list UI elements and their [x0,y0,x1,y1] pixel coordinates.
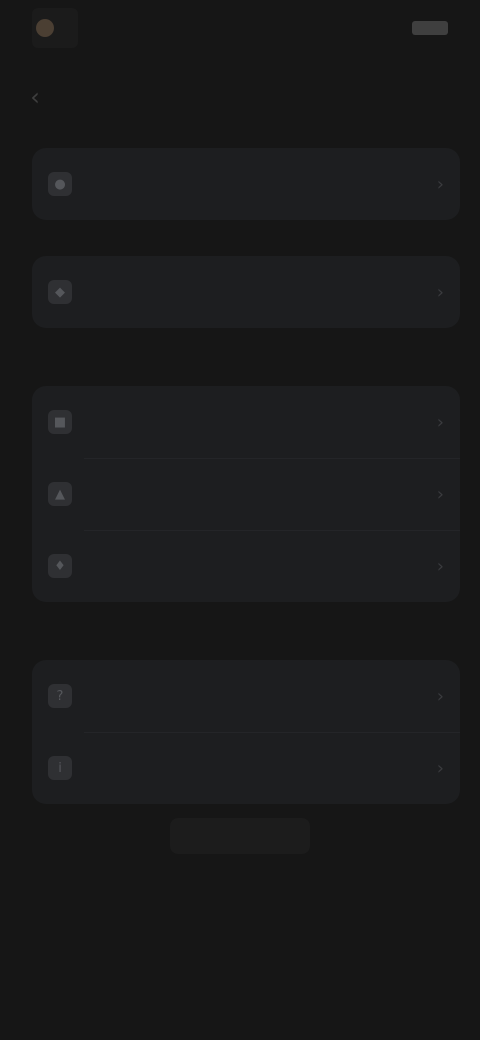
app-dot-icon [36,19,54,37]
section-3-row-2[interactable]: i › [32,732,460,804]
chevron-right-icon: › [436,555,444,577]
lock-icon: ■ [48,410,72,434]
settings-screen: ‹ ● › ◆ › ■ › ▲ › ♦ › ? › i › [0,0,480,1040]
section-2-row-3[interactable]: ♦ › [32,530,460,602]
chevron-right-icon: › [436,757,444,779]
status-left [32,8,78,48]
chevron-right-icon: › [436,173,444,195]
section-2-row-1[interactable]: ■ › [32,386,460,458]
navigation-bar: ‹ [0,68,480,124]
help-icon: ? [48,684,72,708]
bell-icon: ◆ [48,280,72,304]
status-bar [0,0,480,56]
chevron-right-icon: › [436,281,444,303]
shield-icon: ▲ [48,482,72,506]
footer-button[interactable] [170,818,310,854]
section-3-row-1[interactable]: ? › [32,660,460,732]
account-card: ● › [32,148,460,220]
info-icon: i [48,756,72,780]
section-2-row-2[interactable]: ▲ › [32,458,460,530]
section-2-card: ■ › ▲ › ♦ › [32,386,460,602]
section-3-card: ? › i › [32,660,460,804]
key-icon: ♦ [48,554,72,578]
account-row[interactable]: ● › [32,148,460,220]
person-icon: ● [48,172,72,196]
chevron-right-icon: › [436,483,444,505]
section-1-card: ◆ › [32,256,460,328]
status-right [406,21,448,35]
chevron-right-icon: › [436,411,444,433]
section-1-row-1[interactable]: ◆ › [32,256,460,328]
back-button[interactable]: ‹ [18,80,52,114]
chevron-right-icon: › [436,685,444,707]
battery-icon [412,21,448,35]
